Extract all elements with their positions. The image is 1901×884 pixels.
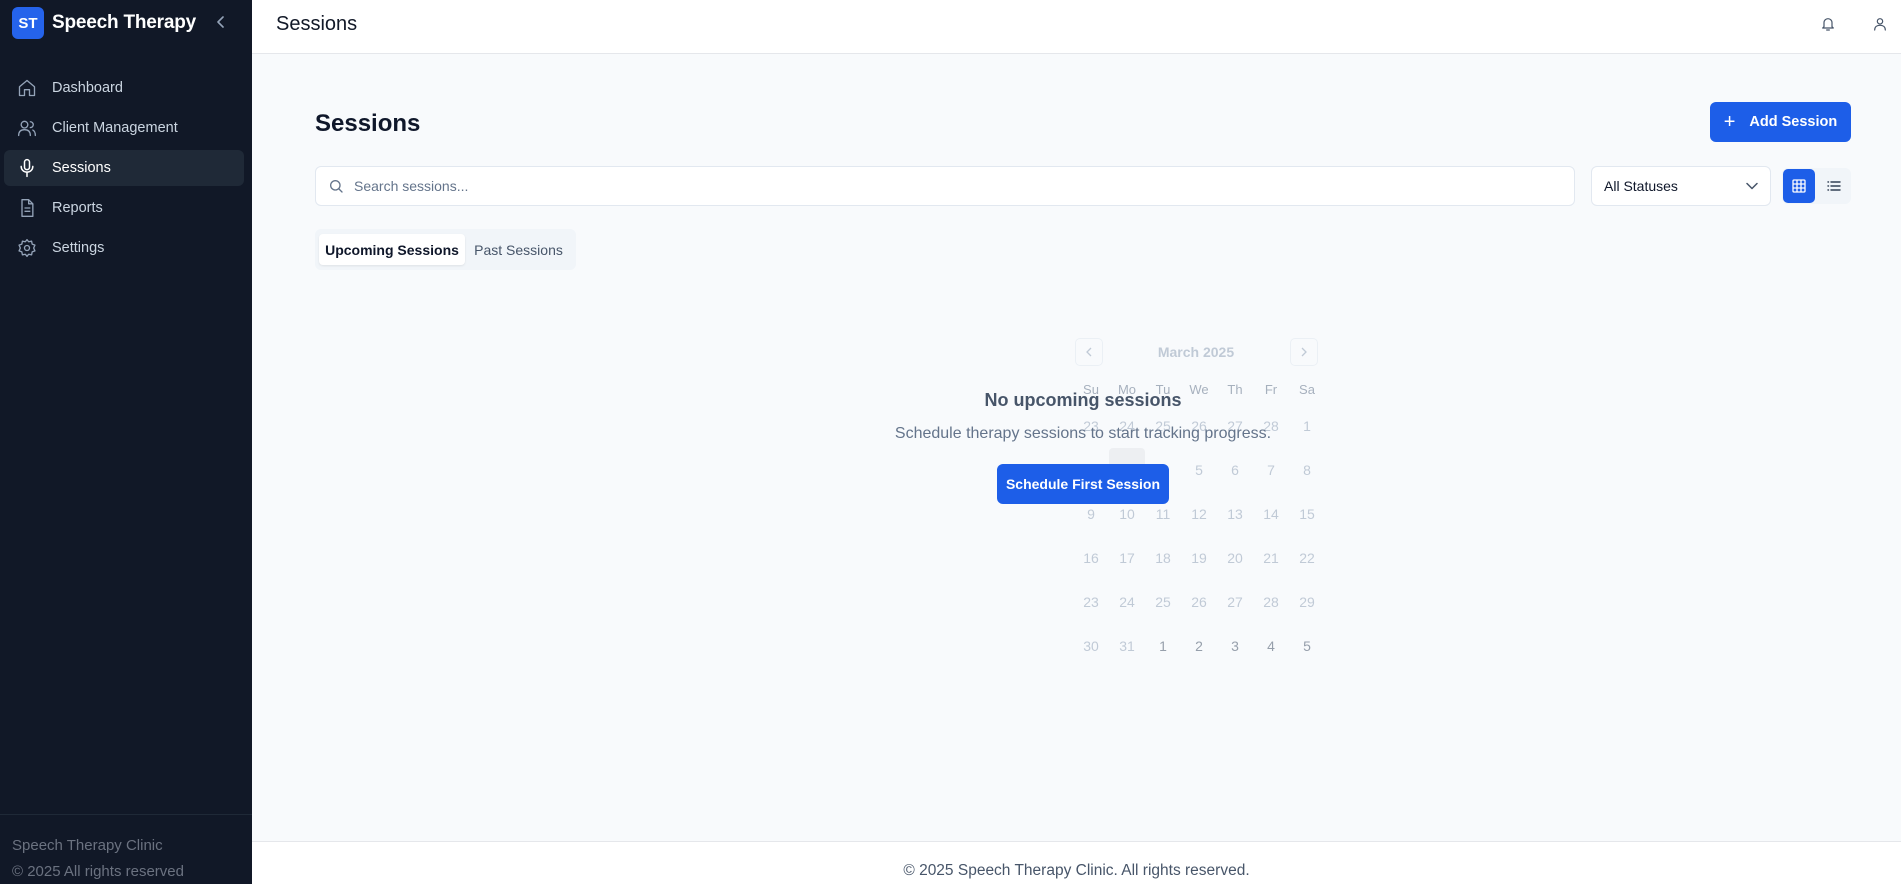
calendar-day[interactable]: 24: [1109, 580, 1145, 624]
sidebar-footer: Speech Therapy Clinic © 2025 All rights …: [0, 814, 252, 884]
gear-icon: [17, 238, 37, 258]
session-tabs: Upcoming Sessions Past Sessions: [315, 229, 576, 270]
add-session-label: Add Session: [1749, 114, 1838, 130]
user-menu-button[interactable]: [1869, 13, 1891, 35]
calendar-day[interactable]: 23: [1073, 580, 1109, 624]
brand[interactable]: ST Speech Therapy: [12, 7, 196, 39]
microphone-icon: [17, 158, 37, 178]
copyright-short: © 2025 All rights reserved: [12, 863, 184, 880]
calendar-day[interactable]: 26: [1181, 580, 1217, 624]
tab-past-sessions[interactable]: Past Sessions: [465, 234, 572, 265]
collapse-sidebar-button[interactable]: [212, 12, 230, 32]
calendar-week-row: 30 31 1 2 3 4 5: [1073, 624, 1325, 668]
page-title: Sessions: [315, 110, 421, 137]
calendar-day[interactable]: 1: [1145, 624, 1181, 668]
calendar-day[interactable]: 16: [1073, 536, 1109, 580]
status-filter-select[interactable]: All Statuses: [1591, 166, 1771, 206]
add-session-button[interactable]: + Add Session: [1710, 102, 1851, 142]
calendar-day[interactable]: 4: [1253, 624, 1289, 668]
grid-view-button[interactable]: [1783, 169, 1815, 203]
brand-logo: ST: [12, 7, 44, 39]
calendar-day[interactable]: 27: [1217, 580, 1253, 624]
sidebar-item-label: Sessions: [52, 160, 111, 176]
calendar-day[interactable]: 15: [1289, 492, 1325, 536]
sidebar-item-label: Settings: [52, 240, 105, 256]
sidebar-nav: Dashboard Client Management Sessions Rep…: [4, 70, 244, 270]
sidebar-item-label: Client Management: [52, 120, 178, 136]
chevron-right-icon: [1301, 347, 1307, 357]
calendar-day[interactable]: 21: [1253, 536, 1289, 580]
list-view-button[interactable]: [1818, 169, 1850, 203]
empty-state-description: Schedule therapy sessions to start track…: [894, 425, 1272, 442]
calendar-day[interactable]: 28: [1253, 580, 1289, 624]
chevron-down-icon: [1746, 182, 1758, 190]
plus-icon: +: [1723, 111, 1736, 133]
calendar-day[interactable]: 17: [1109, 536, 1145, 580]
calendar-day[interactable]: 19: [1181, 536, 1217, 580]
header-title: Sessions: [276, 13, 358, 35]
view-toggle: [1782, 168, 1851, 204]
file-text-icon: [17, 198, 37, 218]
notifications-button[interactable]: [1817, 13, 1839, 35]
brand-name: Speech Therapy: [52, 12, 196, 33]
calendar-day[interactable]: 2: [1181, 624, 1217, 668]
calendar-day[interactable]: 5: [1289, 624, 1325, 668]
top-bar: Sessions: [252, 0, 1901, 54]
calendar-month: March 2025: [1157, 344, 1235, 360]
sidebar-item-label: Reports: [52, 200, 103, 216]
calendar-day[interactable]: 7: [1253, 448, 1289, 492]
calendar-weeks: 2324252627281234567891011121314151617181…: [1073, 404, 1325, 668]
calendar-day[interactable]: 29: [1289, 580, 1325, 624]
bell-icon: [1822, 18, 1834, 31]
sidebar-item-settings[interactable]: Settings: [4, 230, 244, 266]
calendar-day[interactable]: 30: [1073, 624, 1109, 668]
sidebar-item-sessions[interactable]: Sessions: [4, 150, 244, 186]
calendar-next-button[interactable]: [1290, 338, 1318, 366]
calendar-day[interactable]: 31: [1109, 624, 1145, 668]
calendar-day[interactable]: 14: [1253, 492, 1289, 536]
calendar-day[interactable]: 5: [1181, 448, 1217, 492]
calendar-day[interactable]: 13: [1217, 492, 1253, 536]
sidebar-item-label: Dashboard: [52, 80, 123, 96]
search-input[interactable]: [354, 178, 1554, 194]
schedule-first-session-button[interactable]: Schedule First Session: [997, 464, 1169, 504]
sidebar-item-dashboard[interactable]: Dashboard: [4, 70, 244, 106]
users-icon: [17, 118, 37, 138]
calendar-week-row: 16 17 18 19 20 21 22: [1073, 536, 1325, 580]
tab-upcoming-sessions[interactable]: Upcoming Sessions: [319, 234, 465, 265]
calendar-day[interactable]: 22: [1289, 536, 1325, 580]
calendar-day[interactable]: 25: [1145, 580, 1181, 624]
footer-copyright: © 2025 Speech Therapy Clinic. All rights…: [903, 862, 1250, 879]
grid-icon: [1792, 179, 1806, 193]
clinic-name: Speech Therapy Clinic: [12, 837, 163, 854]
calendar-day[interactable]: 12: [1181, 492, 1217, 536]
sidebar-item-client-management[interactable]: Client Management: [4, 110, 244, 146]
search-icon: [330, 180, 343, 193]
calendar-day[interactable]: 6: [1217, 448, 1253, 492]
chevron-left-icon: [217, 16, 224, 28]
user-icon: [1874, 18, 1886, 31]
calendar-day[interactable]: 3: [1217, 624, 1253, 668]
calendar-day[interactable]: 20: [1217, 536, 1253, 580]
page-footer: © 2025 Speech Therapy Clinic. All rights…: [252, 841, 1901, 884]
home-icon: [17, 78, 37, 98]
list-icon: [1827, 181, 1841, 191]
sidebar-item-reports[interactable]: Reports: [4, 190, 244, 226]
status-filter-value: All Statuses: [1604, 178, 1678, 194]
calendar-week-row: 23 24 25 26 27 28 29: [1073, 580, 1325, 624]
calendar-day[interactable]: 8: [1289, 448, 1325, 492]
empty-state-title: No upcoming sessions: [984, 390, 1182, 410]
search-box[interactable]: [315, 166, 1575, 206]
calendar-day[interactable]: 18: [1145, 536, 1181, 580]
